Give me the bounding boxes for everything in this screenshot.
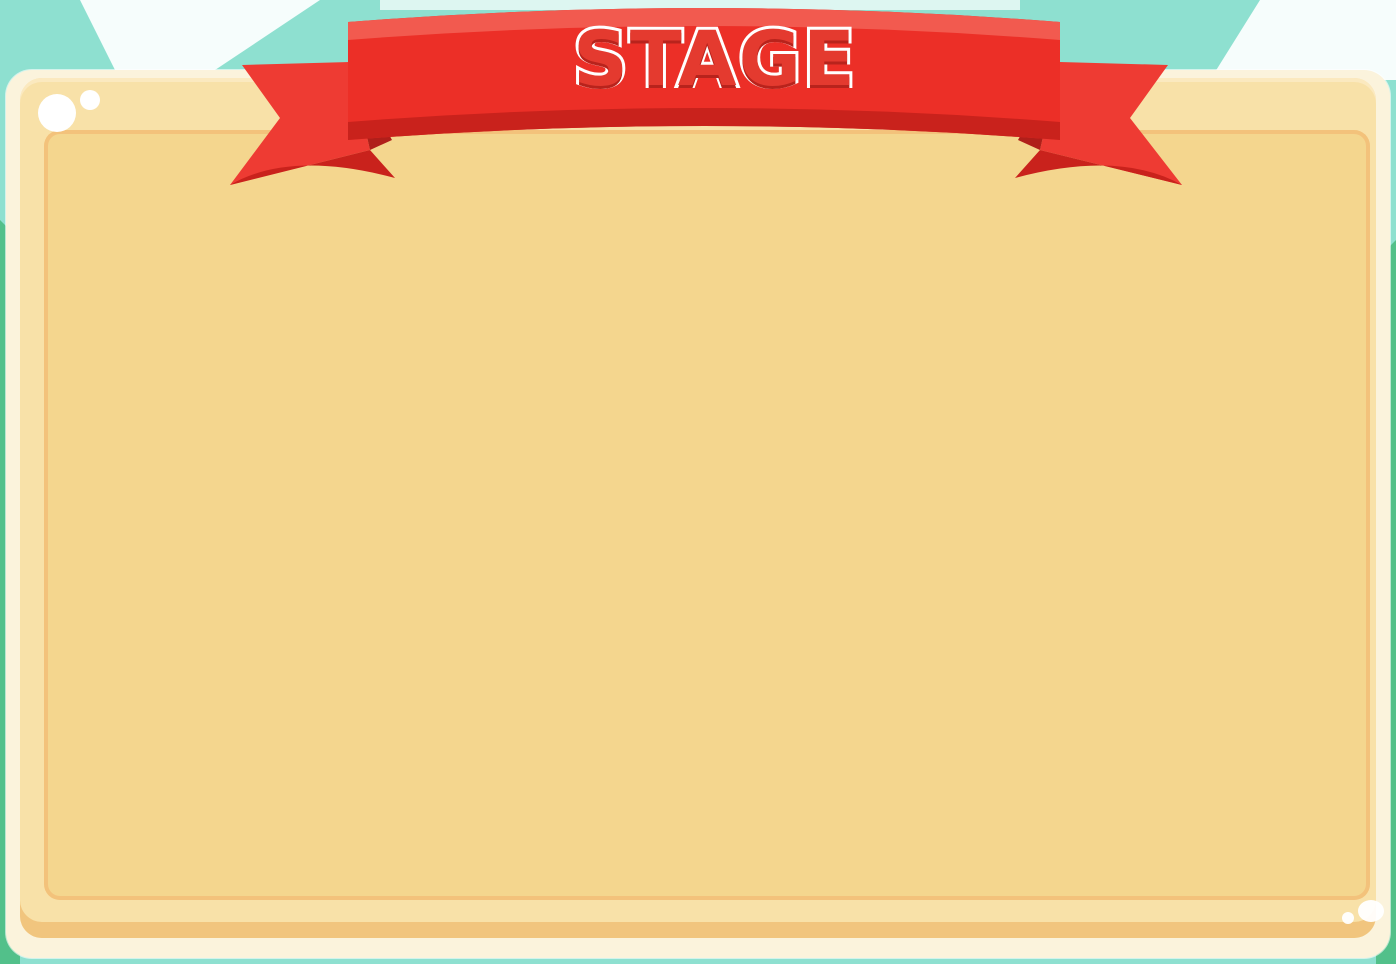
bubble-decoration-icon — [80, 90, 100, 110]
bubble-decoration-icon — [38, 94, 76, 132]
bubble-decoration-icon — [1342, 912, 1354, 924]
stage-title: STAGE — [570, 11, 858, 106]
game-scene: STAGE — [0, 0, 1396, 964]
stage-panel — [6, 70, 1390, 958]
stage-panel-frame — [20, 78, 1384, 938]
bubble-decoration-icon — [1358, 900, 1384, 922]
stage-panel-content-area — [44, 130, 1370, 900]
